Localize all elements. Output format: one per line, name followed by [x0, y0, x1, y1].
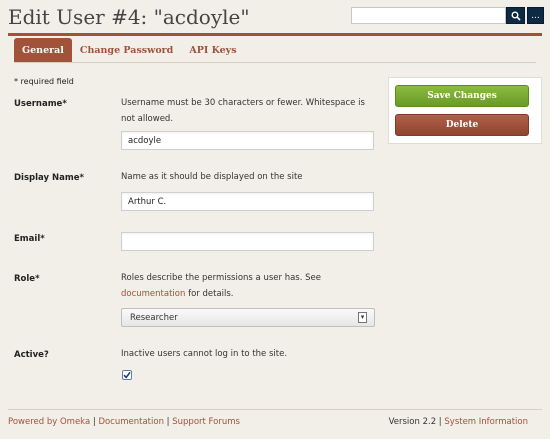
role-description-suffix: for details.	[185, 289, 234, 299]
tabs-divider	[14, 62, 536, 63]
header-divider	[8, 33, 542, 36]
version-text: Version 2.2	[388, 417, 437, 427]
support-forums-link[interactable]: Support Forums	[172, 417, 240, 427]
advanced-search-button[interactable]: ...	[527, 7, 544, 24]
email-input[interactable]	[121, 232, 374, 251]
role-select[interactable]: Researcher ▾	[121, 308, 375, 327]
documentation-link[interactable]: documentation	[121, 289, 185, 299]
username-input[interactable]	[121, 131, 374, 150]
save-changes-button[interactable]: Save Changes	[395, 85, 529, 107]
role-select-value: Researcher	[130, 312, 178, 323]
active-checkbox[interactable]	[122, 370, 132, 380]
save-panel: Save Changes Delete	[388, 77, 542, 144]
checkmark-icon	[123, 371, 131, 379]
role-description-text: Roles describe the permissions a user ha…	[121, 273, 321, 283]
username-label: Username*	[14, 99, 67, 109]
documentation-footer-link[interactable]: Documentation	[98, 417, 164, 427]
section-tabs: General Change Password API Keys	[14, 38, 245, 62]
powered-by-omeka-link[interactable]: Powered by Omeka	[8, 417, 90, 427]
tab-general[interactable]: General	[14, 38, 72, 62]
search-icon	[511, 11, 521, 21]
display-name-label: Display Name*	[14, 173, 84, 183]
delete-button[interactable]: Delete	[395, 114, 529, 136]
dropdown-arrow-icon: ▾	[358, 312, 367, 323]
required-field-note: * required field	[14, 77, 74, 86]
page-title: Edit User #4: "acdoyle"	[8, 5, 250, 29]
tab-change-password[interactable]: Change Password	[72, 38, 181, 62]
role-label: Role*	[14, 274, 40, 284]
footer-version: Version 2.2 | System Information	[389, 417, 528, 427]
tab-api-keys[interactable]: API Keys	[181, 38, 244, 62]
username-description: Username must be 30 characters or fewer.…	[121, 98, 365, 124]
footer-separator: |	[163, 417, 173, 427]
footer-links: Powered by Omeka | Documentation | Suppo…	[8, 417, 240, 427]
display-name-input[interactable]	[121, 192, 374, 211]
email-label: Email*	[14, 234, 45, 244]
active-label: Active?	[14, 350, 49, 360]
footer-divider	[8, 409, 542, 410]
system-information-link[interactable]: System Information	[444, 417, 528, 427]
search-button[interactable]	[506, 7, 525, 24]
search-input[interactable]	[351, 7, 506, 24]
role-description: Roles describe the permissions a user ha…	[121, 270, 373, 302]
display-name-description: Name as it should be displayed on the si…	[121, 172, 303, 182]
active-description: Inactive users cannot log in to the site…	[121, 349, 288, 359]
